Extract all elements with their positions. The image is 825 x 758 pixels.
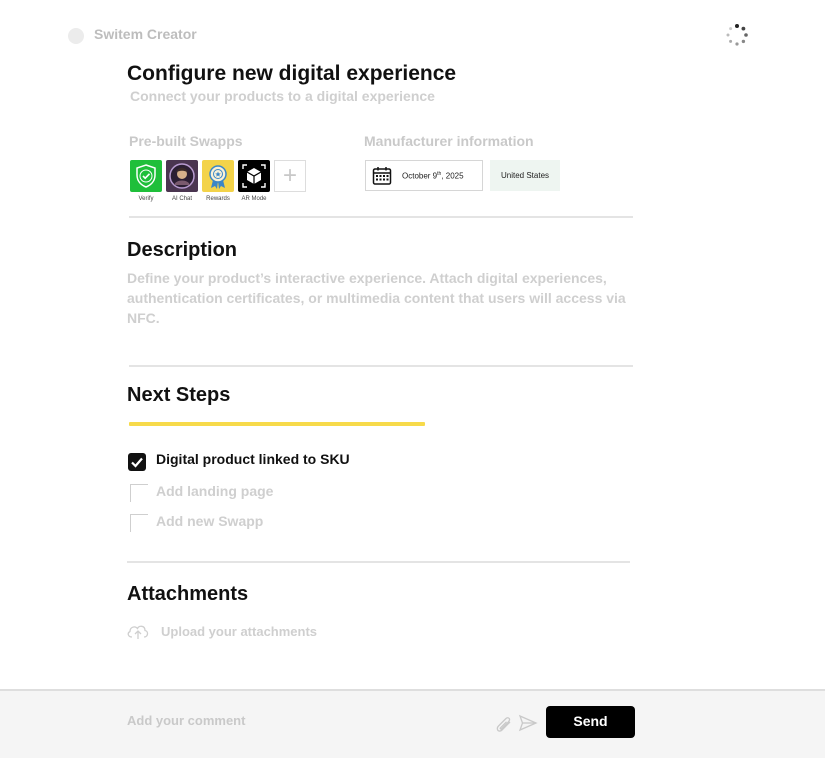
paperclip-icon[interactable] — [494, 715, 514, 738]
page-title: Configure new digital experience — [127, 62, 457, 85]
plus-icon: + — [282, 162, 297, 189]
comment-input[interactable]: Add your comment — [127, 713, 245, 728]
date-value: October 9th, 2025 — [402, 171, 464, 181]
ai-chat-avatar-icon[interactable] — [166, 160, 198, 192]
section-divider — [127, 561, 630, 563]
description-heading: Description — [127, 239, 238, 261]
send-button[interactable]: Send — [546, 706, 635, 738]
rewards-medal-icon[interactable] — [202, 160, 234, 192]
step-checkbox-sku[interactable] — [128, 453, 146, 471]
swapp-caption-ar-mode: AR Mode — [241, 196, 267, 202]
swapp-caption-ai-chat: AI Chat — [171, 196, 192, 202]
comment-bar: Add your comment Send — [0, 689, 825, 758]
section-divider — [129, 365, 633, 367]
calendar-icon — [372, 166, 392, 191]
description-text[interactable]: Define your product’s interactive experi… — [127, 268, 632, 328]
prebuilt-swapps-label: Pre-built Swapps — [129, 133, 243, 149]
ar-cube-icon[interactable] — [238, 160, 270, 192]
page-subtitle: Connect your products to a digital exper… — [130, 88, 435, 104]
step-label-sku: Digital product linked to SKU — [156, 451, 350, 467]
upload-attachments-link[interactable]: Upload your attachments — [161, 624, 317, 639]
step-label-new-swapp: Add new Swapp — [156, 513, 264, 529]
step-label-landing-page: Add landing page — [156, 483, 274, 499]
add-swapp-button[interactable]: + — [274, 160, 306, 192]
next-steps-progress-bar — [129, 422, 425, 426]
attachments-heading: Attachments — [127, 583, 249, 605]
avatar — [68, 28, 84, 44]
swapp-caption-rewards: Rewards — [206, 196, 230, 202]
date-picker[interactable]: October 9th, 2025 — [365, 160, 483, 191]
section-divider — [129, 216, 633, 218]
step-checkbox-new-swapp[interactable] — [130, 514, 148, 532]
swapp-caption-verify: Verify — [138, 196, 154, 202]
verify-shield-icon[interactable] — [130, 160, 162, 192]
manufacturer-info-label: Manufacturer information — [364, 133, 534, 149]
app-name: Switem Creator — [94, 26, 197, 42]
paper-plane-icon[interactable] — [518, 713, 538, 738]
cloud-upload-icon[interactable] — [126, 622, 150, 645]
next-steps-heading: Next Steps — [127, 384, 231, 406]
country-badge[interactable]: United States — [490, 160, 560, 191]
loading-spinner-icon — [724, 22, 750, 48]
step-checkbox-landing-page[interactable] — [130, 484, 148, 502]
